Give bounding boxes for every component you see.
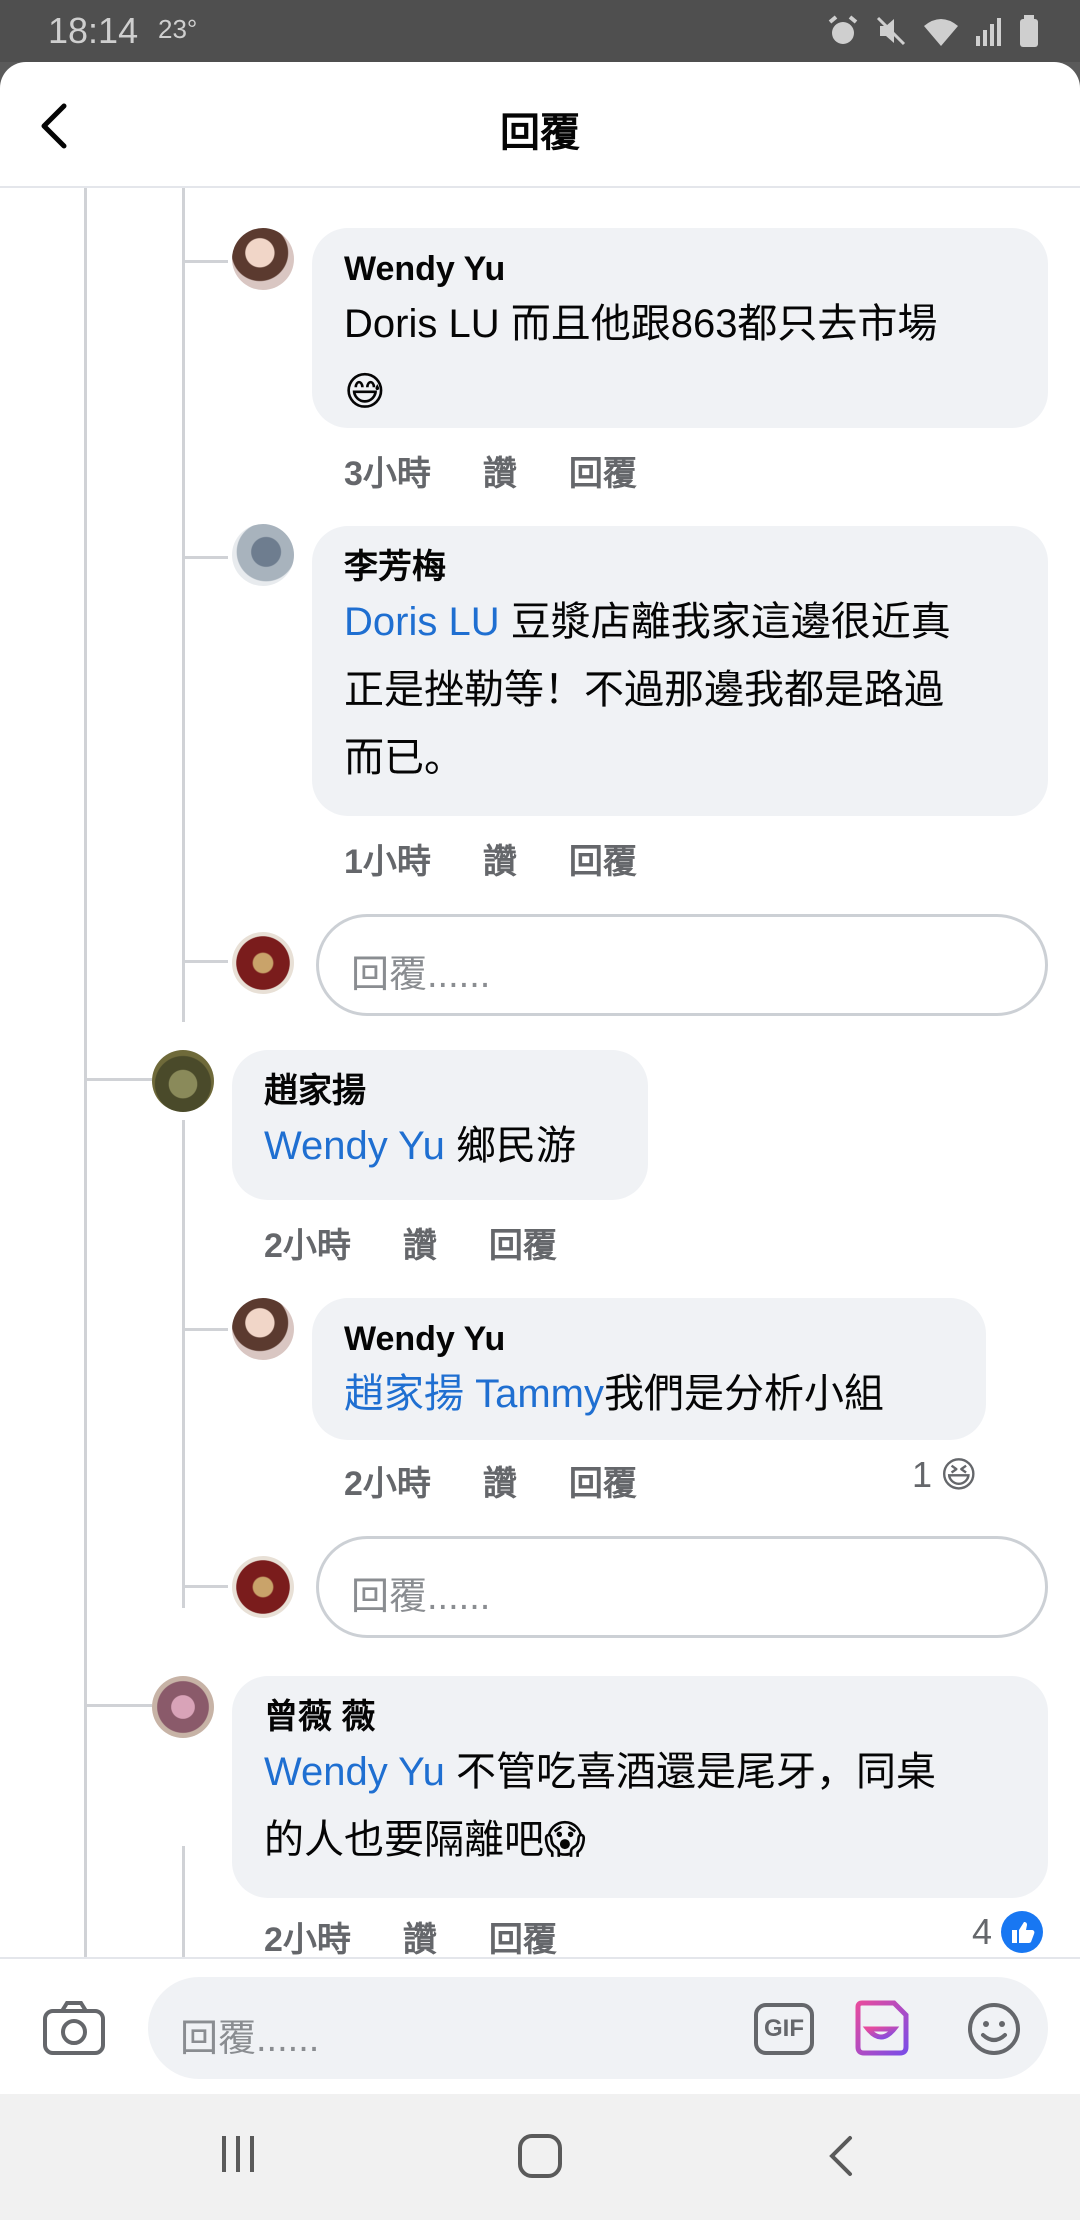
avatar[interactable]	[232, 1298, 294, 1360]
sticker-icon[interactable]	[850, 1997, 912, 2059]
header: 回覆	[0, 62, 1080, 188]
emoji: 😅	[344, 370, 386, 414]
comment-text: Wendy Yu 不管吃喜酒還是尾牙，同桌的人也要隔離吧😱	[264, 1738, 1016, 1874]
comment-author[interactable]: 趙家揚	[264, 1070, 616, 1112]
comment-bubble: Wendy Yu Doris LU 而且他跟863都只去市場 😅	[312, 228, 1048, 428]
comment-text: Wendy Yu 鄉民游	[264, 1112, 616, 1180]
thread-branch	[182, 1328, 228, 1331]
battery-icon	[1020, 15, 1038, 47]
emoji: 😱	[544, 1818, 586, 1862]
comment-meta: 1小時 讚 回覆	[344, 834, 637, 883]
comment-meta: 3小時 讚 回覆	[344, 446, 637, 495]
reply-link[interactable]: 回覆	[569, 1456, 637, 1505]
status-icons	[826, 14, 1040, 48]
avatar	[232, 932, 294, 994]
comment-meta: 2小時 讚 回覆	[264, 1912, 557, 1961]
like-reaction-icon	[1001, 1911, 1044, 1953]
comment-time: 2小時	[264, 1227, 351, 1265]
comment-text: 趙家揚 Tammy我們是分析小組	[344, 1360, 954, 1428]
composer-bar: 回覆...... GIF	[0, 1957, 1080, 2094]
emoji-icon[interactable]	[966, 2001, 1022, 2057]
like-link[interactable]: 讚	[483, 1456, 517, 1505]
comment-text-line: 而已。	[344, 736, 464, 780]
thread-line	[182, 1120, 185, 1608]
reply-link[interactable]: 回覆	[489, 1218, 557, 1267]
like-link[interactable]: 讚	[403, 1912, 437, 1961]
mention-link[interactable]: 趙家揚 Tammy	[344, 1372, 604, 1416]
comment-author[interactable]: Wendy Yu	[344, 1318, 954, 1360]
status-time: 18:14	[48, 10, 139, 51]
comment-time: 2小時	[264, 1921, 351, 1959]
camera-icon[interactable]	[42, 1999, 106, 2057]
comment-author[interactable]: 曾薇 薇	[264, 1696, 1016, 1738]
status-temperature: 23°	[158, 14, 198, 44]
avatar	[232, 1556, 294, 1618]
reply-input[interactable]: 回覆......	[316, 914, 1048, 1016]
alarm-icon	[828, 15, 858, 44]
comment-time: 3小時	[344, 455, 431, 493]
thread-line	[182, 188, 185, 1022]
replies-sheet: 回覆 Wendy Yu Doris LU 而且他跟863都只去市場 😅 3小時 讚…	[0, 62, 1080, 2094]
system-nav-bar	[0, 2094, 1080, 2220]
comment-text-line: 不管吃喜酒還是尾牙，同桌	[444, 1750, 937, 1794]
comment-text: Doris LU 而且他跟863都只去市場 😅	[344, 290, 1016, 426]
haha-reaction-icon: 😆	[940, 1454, 978, 1495]
reply-input[interactable]: 回覆......	[316, 1536, 1048, 1638]
like-link[interactable]: 讚	[483, 834, 517, 883]
thread-branch	[182, 960, 228, 963]
wifi-icon	[924, 19, 958, 46]
comment-text-line: 豆漿店離我家這邊很近真	[499, 600, 951, 644]
comment-text-line: 的人也要隔離吧	[264, 1818, 544, 1862]
thread-branch	[84, 1078, 152, 1081]
comment-meta: 2小時 讚 回覆	[344, 1456, 637, 1505]
comment-author[interactable]: Wendy Yu	[344, 248, 1016, 290]
avatar[interactable]	[232, 228, 294, 290]
comment-text-body: Doris LU 而且他跟863都只去市場	[344, 302, 938, 346]
reaction-summary[interactable]: 1 😆	[912, 1454, 978, 1496]
comment-bubble: Wendy Yu 趙家揚 Tammy我們是分析小組	[312, 1298, 986, 1440]
thread-branch	[84, 1704, 152, 1707]
comment-text-body: 鄉民游	[444, 1124, 577, 1168]
recents-icon[interactable]	[216, 2132, 260, 2181]
home-icon[interactable]	[516, 2132, 564, 2185]
comment-bubble: 趙家揚 Wendy Yu 鄉民游	[232, 1050, 648, 1200]
mention-link[interactable]: Doris LU	[344, 600, 500, 644]
like-link[interactable]: 讚	[483, 446, 517, 495]
avatar[interactable]	[152, 1050, 214, 1112]
comment-bubble: 曾薇 薇 Wendy Yu 不管吃喜酒還是尾牙，同桌的人也要隔離吧😱	[232, 1676, 1048, 1898]
page-title: 回覆	[500, 111, 580, 155]
reaction-count: 4	[972, 1911, 993, 1952]
avatar[interactable]	[152, 1676, 214, 1738]
mention-link[interactable]: Wendy Yu	[264, 1750, 445, 1794]
reaction-summary[interactable]: 4	[972, 1910, 1044, 1954]
comment-time: 2小時	[344, 1465, 431, 1503]
reply-link[interactable]: 回覆	[489, 1912, 557, 1961]
comment-text: Doris LU 豆漿店離我家這邊很近真正是挫勒等！不過那邊我都是路過 而已。	[344, 588, 1016, 792]
comment-text-body: 我們是分析小組	[604, 1372, 884, 1416]
reply-link[interactable]: 回覆	[569, 446, 637, 495]
reply-link[interactable]: 回覆	[569, 834, 637, 883]
mention-link[interactable]: Wendy Yu	[264, 1124, 445, 1168]
thread-branch	[182, 556, 228, 559]
comment-meta: 2小時 讚 回覆	[264, 1218, 557, 1267]
comment-time: 1小時	[344, 843, 431, 881]
comment-author[interactable]: 李芳梅	[344, 546, 1016, 588]
comment-input[interactable]: 回覆...... GIF	[148, 1977, 1048, 2079]
thread-line	[84, 188, 87, 2094]
gif-button[interactable]: GIF	[754, 2003, 814, 2055]
signal-icon	[976, 18, 1001, 46]
thread-branch	[182, 1585, 228, 1588]
comment-text-line: 正是挫勒等！不過那邊我都是路過	[344, 668, 944, 712]
thread-branch	[182, 260, 228, 263]
comment-input-placeholder: 回覆......	[180, 2018, 320, 2060]
avatar[interactable]	[232, 524, 294, 586]
comment-bubble: 李芳梅 Doris LU 豆漿店離我家這邊很近真正是挫勒等！不過那邊我都是路過而…	[312, 526, 1048, 816]
status-bar: 18:14 23°	[0, 0, 1080, 62]
like-link[interactable]: 讚	[403, 1218, 437, 1267]
reaction-count: 1	[912, 1454, 933, 1495]
mute-icon	[876, 16, 906, 46]
back-nav-icon[interactable]	[822, 2132, 862, 2185]
